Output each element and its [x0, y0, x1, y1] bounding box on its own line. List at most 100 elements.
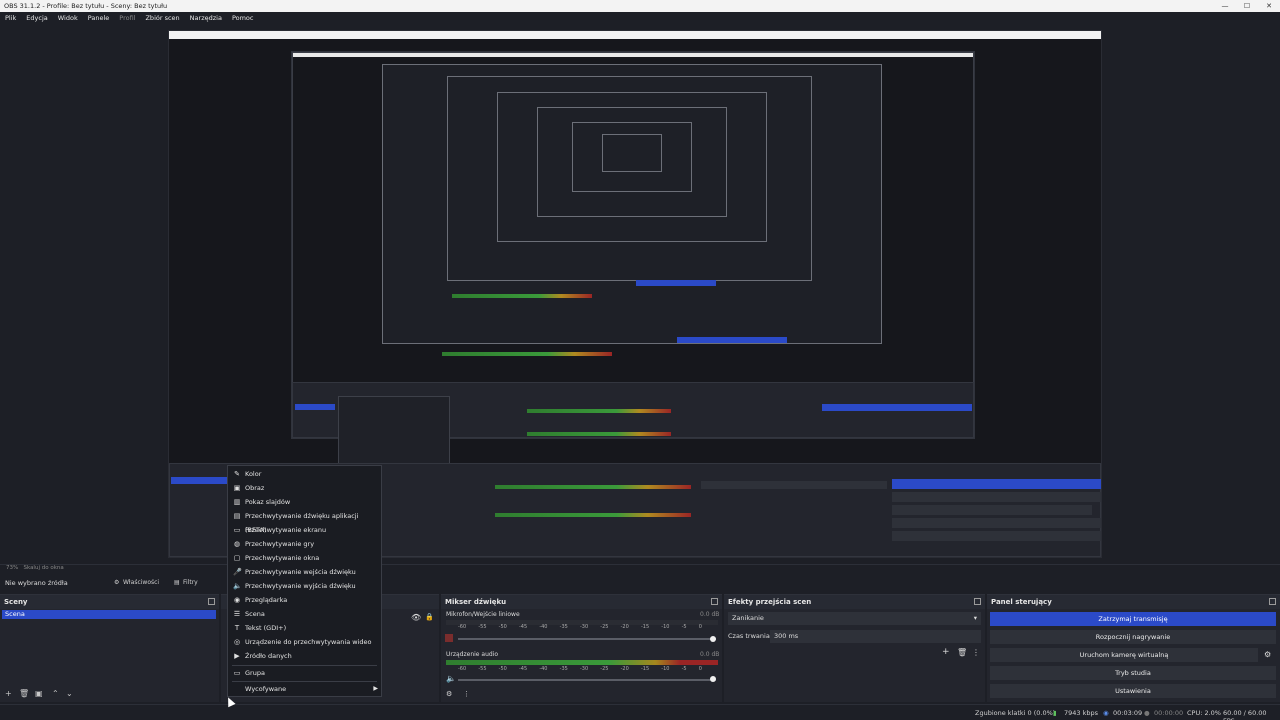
- nested-title-bar: [169, 31, 1101, 39]
- menu-item-audio-input[interactable]: 🎤 Przechwytywanie wejścia dźwięku: [228, 565, 381, 579]
- undock-icon[interactable]: [711, 598, 718, 605]
- monitor-icon: ▭: [233, 526, 241, 534]
- desktop-volume-knob[interactable]: [710, 676, 716, 682]
- stream-time: 00:03:09: [1113, 709, 1143, 717]
- undock-icon[interactable]: [208, 598, 215, 605]
- speaker-icon: 🔈: [233, 582, 242, 590]
- menu-item-game-capture[interactable]: ◍ Przechwytywanie gry: [228, 537, 381, 551]
- nested-scene-row: [171, 477, 229, 484]
- menu-item-app-audio[interactable]: ▤ Przechwytywanie dźwięku aplikacji (BETA…: [228, 509, 381, 534]
- menu-item-browser[interactable]: ◉ Przeglądarka: [228, 593, 381, 607]
- transitions-title: Efekty przejścia scen: [724, 595, 985, 609]
- mixer-menu-icon[interactable]: ⋮: [463, 690, 470, 698]
- menu-item-slideshow[interactable]: ▥ Pokaz slajdów: [228, 495, 381, 509]
- gamepad-icon: ◍: [233, 540, 241, 548]
- menu-item-video-capture[interactable]: ◎ Urządzenie do przechwytywania wideo: [228, 635, 381, 649]
- mixer-settings-icon[interactable]: ⚙: [446, 690, 452, 698]
- menu-item-image[interactable]: ▣ Obraz: [228, 481, 381, 495]
- properties-button[interactable]: ⚙ Właściwości: [112, 576, 159, 589]
- nested-studio: [892, 518, 1101, 528]
- lock-icon[interactable]: 🔒: [425, 613, 434, 621]
- menu-item-window-capture[interactable]: ▢ Przechwytywanie okna: [228, 551, 381, 565]
- chevron-right-icon: ▶: [373, 685, 378, 692]
- nested-blue-button: [636, 280, 716, 286]
- menu-item-scene[interactable]: ☰ Scena: [228, 607, 381, 621]
- menu-scene-collection[interactable]: Zbiór scen: [140, 14, 184, 22]
- list-icon: ☰: [233, 610, 241, 618]
- menu-item-color[interactable]: ✎ Kolor: [228, 467, 381, 481]
- record-time: 00:00:00: [1154, 709, 1184, 717]
- move-down-icon[interactable]: ⌄: [66, 689, 73, 698]
- start-virtual-camera-button[interactable]: Uruchom kamerę wirtualną: [990, 648, 1258, 662]
- mic-muted-icon[interactable]: [445, 634, 453, 642]
- mixer-scale-desktop: -60 -55 -50 -45 -40 -35 -30 -25 -20 -15 -10 -5 0: [458, 666, 702, 672]
- filters-button[interactable]: ▤ Filtry: [172, 576, 198, 589]
- nested-meter: [452, 294, 592, 298]
- nested-stop-stream-2: [892, 479, 1101, 489]
- mic-volume-slider[interactable]: [458, 638, 716, 640]
- scenes-dock-title: Sceny: [0, 595, 219, 609]
- window-title: OBS 31.1.2 - Profile: Bez tytułu - Sceny…: [4, 2, 168, 10]
- settings-button[interactable]: Ustawienia: [990, 684, 1276, 698]
- nested-meter-4: [527, 432, 671, 436]
- nested-scene-item: [295, 404, 335, 410]
- transition-menu-icon[interactable]: ⋮: [972, 648, 980, 657]
- scene-filters-icon[interactable]: ▣: [35, 689, 43, 698]
- move-up-icon[interactable]: ⌃: [52, 689, 59, 698]
- stop-streaming-button[interactable]: Zatrzymaj transmisję: [990, 612, 1276, 626]
- eye-icon[interactable]: 👁: [411, 613, 421, 622]
- menu-file[interactable]: Plik: [0, 14, 21, 22]
- close-button[interactable]: ✕: [1258, 0, 1280, 12]
- transition-select[interactable]: Zanikanie ▾: [728, 612, 981, 625]
- remove-scene-icon[interactable]: 🗑: [19, 689, 29, 698]
- scenes-dock: Sceny Scena + 🗑 ▣ ⌃ ⌄: [0, 594, 219, 702]
- speaker-icon[interactable]: 🔈: [446, 674, 456, 683]
- undock-icon[interactable]: [974, 598, 981, 605]
- menu-profile[interactable]: Profil: [114, 14, 140, 22]
- nested-stop-stream: [822, 404, 972, 411]
- maximize-button[interactable]: ☐: [1236, 0, 1258, 12]
- menu-tools[interactable]: Narzędzia: [185, 14, 227, 22]
- stream-icon: ◉: [1103, 709, 1109, 717]
- mic-volume-knob[interactable]: [710, 636, 716, 642]
- menu-help[interactable]: Pomoc: [227, 14, 259, 22]
- mixer-scale-mic: -60 -55 -50 -45 -40 -35 -30 -25 -20 -15 -10 -5 0: [458, 624, 702, 630]
- minimize-button[interactable]: —: [1214, 0, 1236, 12]
- window-icon: ▢: [233, 554, 241, 562]
- nested-menu-bar: [169, 39, 1101, 47]
- menu-item-media-source[interactable]: ▶ Źródło danych: [228, 649, 381, 663]
- add-source-menu: ✎ Kolor ▣ Obraz ▥ Pokaz slajdów ▤ Przechwyty…: [227, 465, 382, 697]
- menu-item-group[interactable]: ▭ Grupa: [228, 666, 381, 680]
- menu-item-text[interactable]: T Tekst (GDI+): [228, 621, 381, 635]
- undock-icon[interactable]: [1269, 598, 1276, 605]
- channel-mic-name: Mikrofon/Wejście liniowe: [446, 611, 520, 618]
- preview-canvas[interactable]: [0, 24, 1280, 564]
- add-scene-icon[interactable]: +: [5, 689, 12, 698]
- status-bar: Zgubione klatki 0 (0.0%) ▮ 7943 kbps ◉ 0…: [0, 704, 1280, 720]
- nested-vcam: [892, 505, 1092, 515]
- image-icon: ▣: [233, 484, 241, 492]
- menu-item-display-capture[interactable]: ▭ Przechwytywanie ekranu: [228, 523, 381, 537]
- duration-input[interactable]: 300 ms: [770, 630, 981, 643]
- duration-label: Czas trwania: [728, 632, 770, 640]
- virtual-camera-settings-icon[interactable]: ⚙: [1264, 650, 1271, 659]
- scene-list-item[interactable]: Scena: [2, 610, 216, 619]
- menu-item-deprecated[interactable]: Wycofywane ▶: [228, 682, 381, 696]
- menu-edit[interactable]: Edycja: [21, 14, 52, 22]
- desktop-volume-slider[interactable]: [458, 679, 716, 681]
- menu-view[interactable]: Widok: [53, 14, 83, 22]
- add-transition-icon[interactable]: +: [942, 647, 950, 657]
- studio-mode-button[interactable]: Tryb studia: [990, 666, 1276, 680]
- remove-transition-icon[interactable]: 🗑: [957, 648, 967, 657]
- start-recording-button[interactable]: Rozpocznij nagrywanie: [990, 630, 1276, 644]
- nested-meter-5: [495, 485, 691, 489]
- title-bar: OBS 31.1.2 - Profile: Bez tytułu - Sceny…: [0, 0, 1280, 12]
- bitrate: 7943 kbps: [1064, 709, 1099, 717]
- nested-settings: [892, 531, 1101, 541]
- menu-item-audio-output[interactable]: 🔈 Przechwytywanie wyjścia dźwięku: [228, 579, 381, 593]
- menu-docks[interactable]: Panele: [83, 14, 115, 22]
- mixer-title: Mikser dźwięku: [441, 595, 722, 609]
- menu-bar: Plik Edycja Widok Panele Profil Zbiór sc…: [0, 12, 1280, 24]
- nested-preview: [291, 51, 975, 492]
- zoom-level[interactable]: 73% Skaluj do okna: [6, 565, 64, 571]
